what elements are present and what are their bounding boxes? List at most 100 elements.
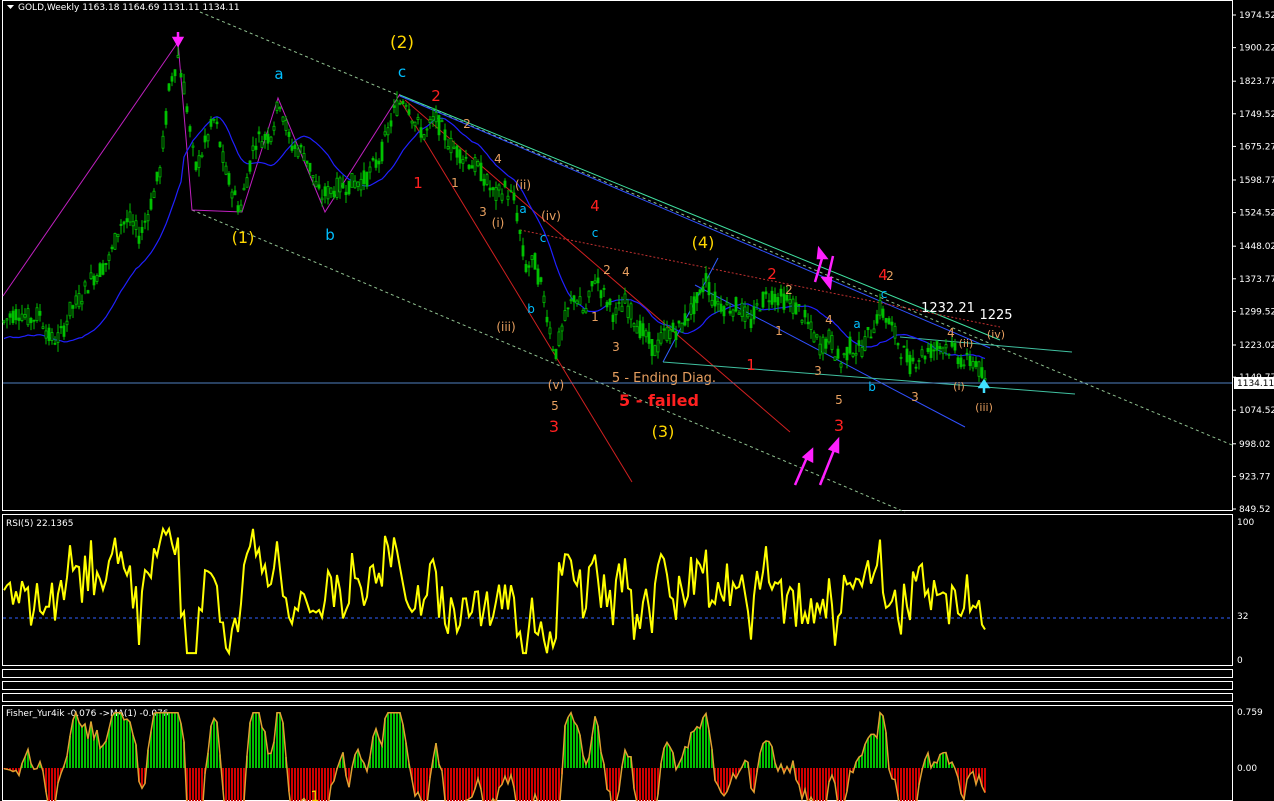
candle-body	[758, 309, 762, 312]
wave-label: 2	[463, 117, 471, 131]
candle-body	[800, 319, 804, 323]
chart-menu-icon[interactable]	[7, 5, 14, 9]
candle-body	[818, 343, 822, 356]
candle-body	[131, 221, 135, 227]
candle-body	[32, 319, 36, 322]
candle-body	[212, 118, 216, 121]
candle-body	[770, 290, 774, 305]
candle-body	[680, 322, 684, 333]
candle-body	[161, 135, 165, 149]
candle-body	[503, 180, 507, 188]
candle-body	[5, 318, 9, 321]
candle-body	[143, 220, 147, 223]
candle-body	[878, 300, 882, 316]
candle-body	[398, 102, 402, 105]
candle-body	[671, 322, 675, 332]
candle-body	[926, 347, 930, 352]
candle-body	[731, 309, 735, 317]
candle-body	[794, 302, 798, 315]
candle-body	[242, 187, 246, 191]
candle-body	[797, 304, 801, 307]
candle-body	[338, 177, 342, 193]
candle-body	[521, 245, 525, 257]
candle-body	[668, 329, 672, 340]
candle-body	[650, 339, 654, 356]
candle-body	[539, 277, 543, 282]
empty-panel-frame-3	[2, 693, 1233, 702]
fisher-axis: 0.759 0.00	[1237, 708, 1263, 774]
candle-body	[389, 120, 393, 127]
candle-body	[185, 106, 189, 113]
candle-body	[779, 288, 783, 297]
ending-diag-label: 5 - Ending Diag.	[612, 371, 716, 386]
wave-label: (iii)	[496, 320, 515, 334]
candle-body	[491, 187, 495, 191]
candle-body	[263, 134, 267, 140]
candle-body	[89, 272, 93, 280]
wave-label: a	[274, 65, 283, 83]
price-tick-label: 849.52	[1239, 505, 1271, 515]
candle-body	[368, 166, 372, 173]
wave-label: (iv)	[987, 328, 1005, 341]
candle-body	[221, 151, 225, 163]
candle-body	[374, 159, 378, 168]
candle-body	[854, 352, 858, 356]
candle-body	[596, 277, 600, 284]
candle-body	[311, 175, 315, 179]
candle-body	[44, 330, 48, 339]
candle-body	[452, 146, 456, 149]
candle-body	[362, 170, 366, 185]
candle-body	[698, 289, 702, 294]
candle-body	[332, 190, 336, 198]
candle-body	[692, 296, 696, 315]
candle-body	[53, 342, 57, 345]
wave-label: 4	[947, 326, 955, 340]
price-tick-label: 1373.77	[1239, 275, 1274, 285]
candle-body	[548, 327, 552, 335]
wave-label: 3	[549, 417, 559, 436]
candle-body	[575, 300, 579, 304]
candle-body	[845, 346, 849, 361]
candle-body	[479, 162, 483, 182]
candle-body	[875, 314, 879, 324]
candle-body	[644, 330, 648, 338]
upper-green-line	[399, 94, 1001, 341]
candle-body	[62, 325, 66, 337]
candle-body	[572, 295, 576, 303]
candle-body	[851, 353, 855, 357]
candle-body	[2, 320, 6, 323]
candle-body	[833, 356, 837, 361]
candle-body	[269, 136, 273, 143]
wave-label: c	[540, 231, 547, 245]
fisher-marker: 1	[311, 789, 320, 801]
candle-body	[815, 334, 819, 338]
candle-body	[83, 281, 87, 287]
candle-body	[125, 218, 129, 223]
wave-label: 1	[746, 356, 756, 374]
candle-body	[704, 273, 708, 282]
candle-body	[437, 115, 441, 136]
candle-body	[86, 290, 90, 294]
candle-body	[614, 307, 618, 316]
rsi-line	[3, 525, 986, 657]
candle-body	[308, 162, 312, 172]
chart-title: GOLD,Weekly 1163.18 1164.69 1131.11 1134…	[18, 3, 240, 13]
candle-body	[281, 116, 285, 122]
wave-label: 4	[825, 313, 833, 327]
candle-body	[203, 135, 207, 143]
wave-zigzag	[2, 40, 401, 297]
candle-body	[236, 205, 240, 213]
candle-body	[65, 320, 69, 326]
candle-body	[659, 332, 663, 344]
wave-label: a	[519, 202, 526, 216]
candle-body	[350, 173, 354, 188]
candle-body	[965, 352, 969, 355]
candle-body	[812, 332, 816, 343]
candle-body	[617, 302, 621, 305]
candle-body	[587, 290, 591, 298]
candle-body	[746, 313, 750, 318]
candle-body	[428, 119, 432, 123]
price-tick-label: 1299.52	[1239, 307, 1274, 317]
candle-body	[899, 356, 903, 359]
candle-body	[656, 339, 660, 353]
